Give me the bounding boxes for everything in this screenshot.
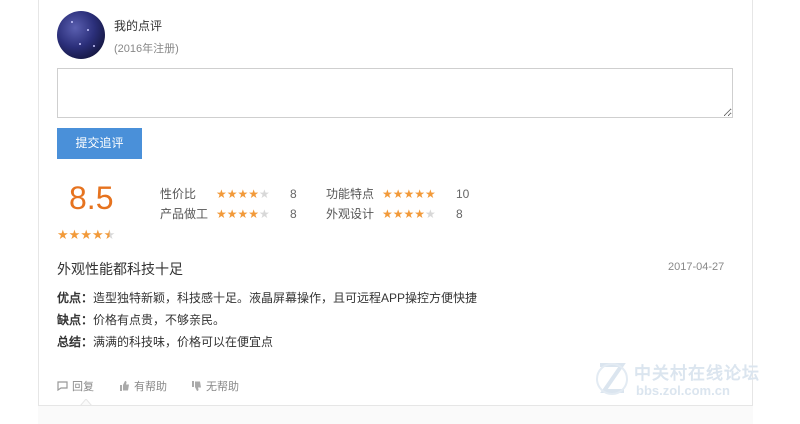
rating-stars: ★★★★★	[216, 187, 270, 201]
user-name: 我的点评	[114, 19, 163, 33]
avatar[interactable]	[57, 11, 105, 59]
star-icon: ★	[91, 227, 104, 242]
rating-value: 8	[290, 207, 297, 221]
zol-logo-icon	[596, 363, 628, 395]
pros-text: 造型独特新颖，科技感十足。液晶屏幕操作，且可远程APP操控方便快捷	[93, 291, 478, 305]
rating-features: 功能特点 ★★★★★ 10	[326, 186, 469, 202]
registration-date: (2016年注册)	[114, 43, 179, 55]
reply-label: 回复	[72, 381, 94, 393]
star-icon: ★	[68, 227, 81, 242]
summary-text: 满满的科技味，价格可以在便宜点	[93, 335, 274, 349]
cons-label: 缺点：	[57, 313, 94, 327]
half-star-icon: ★	[103, 227, 116, 242]
rating-label: 外观设计	[326, 207, 375, 221]
rating-value: 10	[456, 187, 470, 201]
thumbs-up-icon	[120, 381, 129, 391]
star-icon: ★	[80, 227, 92, 242]
rating-value: 8	[290, 187, 297, 201]
helpful-label: 有帮助	[134, 381, 167, 393]
rating-workmanship: 产品做工 ★★★★★ 8	[160, 206, 297, 222]
pros-label: 优点：	[57, 291, 94, 305]
review-cons: 缺点：价格有点贵，不够亲民。	[57, 311, 225, 328]
rating-label: 性价比	[160, 187, 197, 201]
star-icon: ★	[57, 227, 69, 242]
review-title: 外观性能都科技十足	[57, 261, 183, 277]
watermark: 中关村在线论坛 bbs.zol.com.cn	[596, 357, 786, 403]
rating-stars: ★★★★★	[382, 187, 436, 201]
cons-text: 价格有点贵，不够亲民。	[93, 313, 226, 327]
review-pros: 优点：造型独特新颖，科技感十足。液晶屏幕操作，且可远程APP操控方便快捷	[57, 289, 477, 306]
rating-label: 产品做工	[160, 207, 209, 221]
reply-button[interactable]: 回复	[57, 378, 94, 394]
summary-label: 总结：	[57, 335, 94, 349]
watermark-url: bbs.zol.com.cn	[636, 383, 730, 398]
rating-stars: ★★★★★	[382, 207, 436, 221]
unhelpful-label: 无帮助	[206, 381, 239, 393]
rating-label: 功能特点	[326, 187, 375, 201]
review-date: 2017-04-27	[668, 261, 725, 273]
follow-up-review-input[interactable]	[57, 68, 733, 118]
rating-stars: ★★★★★	[216, 207, 270, 221]
overall-score: 8.5	[69, 180, 114, 216]
reply-area-bar	[38, 405, 753, 424]
review-summary: 总结：满满的科技味，价格可以在便宜点	[57, 333, 273, 350]
watermark-name: 中关村在线论坛	[634, 364, 760, 383]
overall-stars: ★★★★★	[57, 227, 115, 243]
rating-value-for-money: 性价比 ★★★★★ 8	[160, 186, 297, 202]
thumbs-down-icon	[192, 381, 201, 391]
comment-icon	[57, 381, 68, 391]
rating-appearance: 外观设计 ★★★★★ 8	[326, 206, 463, 222]
rating-value: 8	[456, 207, 463, 221]
unhelpful-button[interactable]: 无帮助	[191, 378, 239, 394]
submit-follow-up-button[interactable]: 提交追评	[57, 128, 142, 159]
helpful-button[interactable]: 有帮助	[119, 378, 167, 394]
